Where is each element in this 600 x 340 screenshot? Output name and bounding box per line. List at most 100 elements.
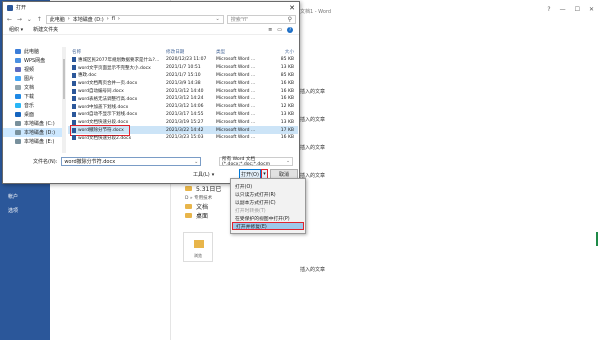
file-date-cell: 2021/3/19 15:27 <box>166 119 204 125</box>
chevron-down-icon: ⌄ <box>286 159 290 164</box>
sidebar-item-this-pc[interactable]: 此电脑 <box>3 47 63 56</box>
up-icon[interactable]: ↑ <box>36 16 43 23</box>
table-row[interactable]: word中加盖下划线.docx 2021/3/12 14:06 Microsoft … <box>68 103 298 111</box>
word-document-icon <box>72 88 76 94</box>
sidebar-item-documents[interactable]: 文档 <box>3 83 63 92</box>
menu-item-open-read-only[interactable]: 以只读方式打开(R) <box>231 190 305 198</box>
word-document-icon <box>72 65 76 71</box>
menu-item-open-with-transform: 打开时转换(T) <box>235 208 266 214</box>
help-icon[interactable]: ? <box>547 6 550 13</box>
help-icon[interactable]: ? <box>287 26 293 33</box>
file-name-cell: word自动不显示下划线.docx <box>68 111 166 117</box>
table-row[interactable]: 惠城区民2077年规划数据要求是什么?… 2020/12/23 11:07 Micr… <box>68 56 298 64</box>
breadcrumb-item[interactable]: 此电脑 <box>50 16 65 23</box>
column-header-size[interactable]: 大小 <box>266 49 294 55</box>
organize-button[interactable]: 组织 ▾ <box>9 26 23 33</box>
table-row[interactable]: word自动不显示下划线.docx 2021/3/17 14:55 Microsof… <box>68 111 298 119</box>
file-name-cell: word文档两页合并一页.docx <box>68 80 166 86</box>
forward-icon[interactable]: → <box>16 16 23 23</box>
sidebar-item-music[interactable]: 音乐 <box>3 101 63 110</box>
filetype-select[interactable]: 所有 Word 文档(*.docx;*.doc;*.docm ⌄ <box>219 157 293 167</box>
dialog-toolbar: 组织 ▾ 新建文件夹 ≡ ▭ ? <box>3 25 299 35</box>
sidebar-scrollbar[interactable] <box>62 47 66 153</box>
file-size-cell: 16 KB <box>280 80 294 86</box>
file-list: 名称 修改日期 类型 大小 惠城区民2077年规划数据要求是什么?… 2020/1… <box>68 47 298 153</box>
browse-button[interactable]: 浏览 <box>183 232 213 262</box>
menu-item-open[interactable]: 打开(O) <box>231 182 305 190</box>
table-row[interactable]: word文字页面显示不完整大小.docx 2021/1/7 10:51 Micros… <box>68 64 298 72</box>
folder-icon <box>185 213 192 218</box>
folder-icon <box>185 204 192 209</box>
sidebar-item-wps-cloud[interactable]: WPS网盘 <box>3 56 63 65</box>
back-icon[interactable]: ← <box>6 16 13 23</box>
sidebar-item-videos[interactable]: 视频 <box>3 65 63 74</box>
sidebar-item-drive-c[interactable]: 本地磁盘 (C:) <box>3 119 63 128</box>
table-row[interactable]: 惠政.doc 2021/1/7 15:10 Microsoft Word ... 85… <box>68 72 298 80</box>
sidebar-item-drive-e[interactable]: 本地磁盘 (E:) <box>3 137 63 146</box>
file-name-cell: word中加盖下划线.docx <box>68 104 166 110</box>
video-icon <box>15 67 21 72</box>
scroll-indicator <box>596 232 598 246</box>
column-header-name[interactable]: 名称 <box>68 49 166 55</box>
file-name-cell: 惠城区民2077年规划数据要求是什么?… <box>68 57 166 63</box>
close-icon[interactable]: ✕ <box>589 6 594 13</box>
table-row[interactable]: word自动编号同.docx 2021/3/12 14:40 Microsoft W… <box>68 87 298 95</box>
file-type-cell: Microsoft Word ... <box>216 65 256 71</box>
recent-doc-label: 插入的文章 <box>300 89 326 95</box>
nav-options[interactable]: 选项 <box>8 207 18 214</box>
sidebar-item-pictures[interactable]: 图片 <box>3 74 63 83</box>
maximize-icon[interactable]: ☐ <box>575 6 580 13</box>
search-icon: ⚲ <box>287 15 293 23</box>
sidebar-item-downloads[interactable]: 下载 <box>3 92 63 101</box>
drive-icon <box>15 130 21 135</box>
column-header-date[interactable]: 修改日期 <box>166 49 216 55</box>
filename-label: 文件名(N): <box>33 159 58 165</box>
new-folder-button[interactable]: 新建文件夹 <box>33 26 58 33</box>
file-date-cell: 2021/3/12 14:24 <box>166 96 204 102</box>
recent-doc-label: 插入的文章 <box>300 145 326 151</box>
word-document-icon <box>72 96 76 102</box>
table-row[interactable]: word撤除分节符.docx 2021/3/22 14:42 Microsoft W… <box>68 125 298 136</box>
file-size-cell: 12 KB <box>280 104 294 110</box>
nav-account[interactable]: 帐户 <box>8 193 18 200</box>
menu-item-open-protected-view[interactable]: 在受保护的视图中打开(P) <box>231 214 305 222</box>
chevron-down-icon[interactable]: ⌄ <box>216 16 220 22</box>
file-date-cell: 2021/1/7 10:51 <box>166 65 201 71</box>
file-size-cell: 13 KB <box>280 111 294 117</box>
breadcrumb-item[interactable]: 本地磁盘 (D:) <box>73 16 104 23</box>
search-input[interactable]: 搜索"fl" ⚲ <box>226 14 297 24</box>
sidebar-item-desktop[interactable]: 桌面 <box>3 110 63 119</box>
recent-doc-label: 插入的文章 <box>300 117 326 123</box>
chevron-down-icon[interactable]: ⌄ <box>194 159 198 165</box>
word-icon <box>7 4 13 11</box>
sidebar-item-drive-d[interactable]: 本地磁盘 (D:) <box>3 128 63 137</box>
table-row[interactable]: word文档两页合并一页.docx 2021/3/9 14:38 Microsoft… <box>68 79 298 87</box>
file-date-cell: 2021/3/17 14:55 <box>166 111 204 117</box>
minimize-icon[interactable]: — <box>560 6 566 13</box>
open-options-menu: 打开(O) 以只读方式打开(R) 以副本方式打开(C) 打开时转换(T) 在受保… <box>230 178 306 234</box>
word-window-title: 文档1 - Word <box>300 9 332 15</box>
filename-input[interactable]: word撤除分节符.docx ⌄ <box>61 157 202 166</box>
file-date-cell: 2020/12/23 11:07 <box>166 57 207 63</box>
menu-item-open-and-repair[interactable]: 打开并修复(E) <box>232 222 304 230</box>
document-icon <box>15 85 21 90</box>
address-bar[interactable]: 此电脑 › 本地磁盘 (D:) › fl › ⌄ <box>45 14 224 24</box>
scrollbar-thumb[interactable] <box>63 59 65 99</box>
breadcrumb-item[interactable]: fl <box>112 16 115 22</box>
table-row[interactable]: word文档快速分段2.docx 2021/3/23 15:03 Microsoft… <box>68 134 298 142</box>
file-name-cell: 惠政.doc <box>68 72 166 78</box>
word-document-icon <box>72 119 76 125</box>
table-row[interactable]: word表格无法调整行高.docx 2021/3/12 14:24 Microsof… <box>68 95 298 103</box>
filename-row: 文件名(N): word撤除分节符.docx ⌄ <box>33 157 202 166</box>
file-type-cell: Microsoft Word ... <box>216 96 256 102</box>
file-size-cell: 85 KB <box>280 72 294 78</box>
recent-locations-icon[interactable]: ⌄ <box>26 16 33 23</box>
preview-pane-icon[interactable]: ▭ <box>277 27 282 33</box>
menu-item-open-as-copy[interactable]: 以副本方式打开(C) <box>231 198 305 206</box>
open-dialog: 打开 ✕ ← → ⌄ ↑ 此电脑 › 本地磁盘 (D:) › fl › ⌄ 搜索"fl… <box>2 1 300 184</box>
file-date-cell: 2021/3/23 15:03 <box>166 135 204 141</box>
view-icon[interactable]: ≡ <box>268 27 272 33</box>
column-header-type[interactable]: 类型 <box>216 49 266 55</box>
tools-button[interactable]: 工具(L) ▾ <box>193 171 214 179</box>
close-icon[interactable]: ✕ <box>285 4 299 12</box>
